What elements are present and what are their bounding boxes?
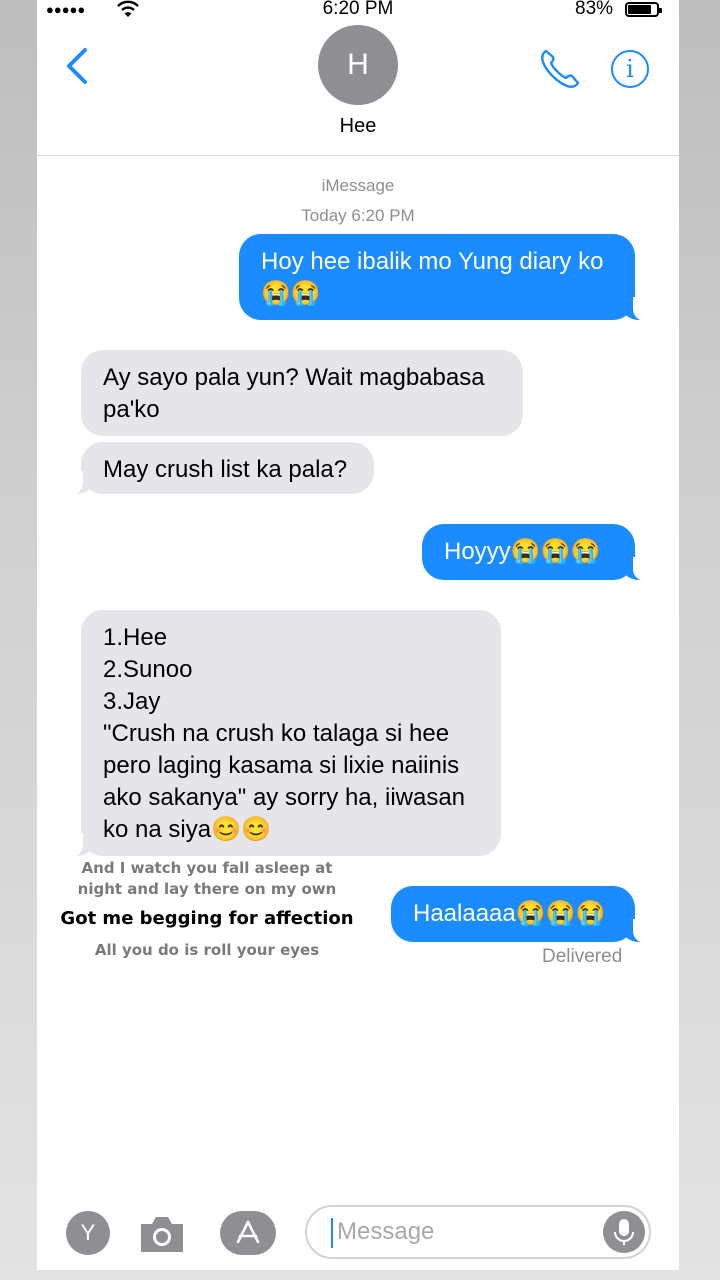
- text-caret: [331, 1218, 333, 1248]
- message-text: Ay sayo pala yun? Wait magbabasa pa'ko: [103, 364, 485, 423]
- message-text: Haalaaaa😭😭😭: [413, 900, 606, 927]
- message-input[interactable]: Message: [305, 1205, 651, 1259]
- status-bar: ●●●●● 6:20 PM 83%: [37, 0, 679, 22]
- contact-name[interactable]: Hee: [37, 115, 679, 138]
- compose-bar: Y Message: [37, 1196, 679, 1270]
- message-text: Hoyyy😭😭😭: [444, 538, 601, 565]
- message-line: "Crush na crush ko talaga si hee: [103, 720, 450, 747]
- conversation-header: H Hee i: [37, 22, 679, 156]
- received-message-bubble[interactable]: Ay sayo pala yun? Wait magbabasa pa'ko: [81, 350, 523, 436]
- received-message-bubble[interactable]: 1.Hee 2.Sunoo 3.Jay "Crush na crush ko t…: [67, 610, 501, 857]
- thread-timestamp: Today 6:20 PM: [301, 206, 415, 225]
- app-store-icon[interactable]: [220, 1211, 276, 1255]
- microphone-icon[interactable]: [603, 1211, 645, 1253]
- message-line: ako sakanya" ay sorry ha, iiwasan: [103, 784, 466, 811]
- battery-percent: 83%: [575, 0, 614, 19]
- sent-message-bubble[interactable]: Haalaaaa😭😭😭: [391, 886, 649, 943]
- messages-screen: ●●●●● 6:20 PM 83% H Hee i iMessage Today…: [37, 0, 679, 1270]
- service-label: iMessage: [321, 176, 395, 195]
- battery-icon: [625, 2, 662, 17]
- lyrics-line-3: All you do is roll your eyes: [94, 941, 320, 959]
- info-icon[interactable]: i: [611, 50, 649, 88]
- phone-icon[interactable]: [537, 46, 583, 92]
- lyrics-line-1: And I watch you fall asleep at night and…: [77, 859, 337, 898]
- back-chevron-icon[interactable]: [61, 44, 101, 88]
- message-text: May crush list ka pala?: [103, 456, 348, 483]
- message-line: 2.Sunoo: [103, 656, 193, 683]
- camera-icon[interactable]: [137, 1212, 187, 1256]
- delivered-label: Delivered: [542, 946, 623, 967]
- message-line: 3.Jay: [103, 688, 161, 715]
- message-placeholder: Message: [337, 1218, 435, 1245]
- app-shortcut-button[interactable]: Y: [66, 1211, 110, 1255]
- message-text: Hoy hee ibalik mo Yung diary ko 😭😭: [261, 248, 604, 307]
- message-line: ko na siya😊😊: [103, 816, 271, 843]
- message-line: pero laging kasama si lixie naiinis: [103, 752, 460, 779]
- contact-avatar[interactable]: H: [318, 25, 398, 105]
- sent-message-bubble[interactable]: Hoy hee ibalik mo Yung diary ko 😭😭: [239, 234, 649, 321]
- message-line: 1.Hee: [103, 624, 168, 651]
- received-message-bubble[interactable]: May crush list ka pala?: [67, 442, 374, 495]
- sent-message-bubble[interactable]: Hoyyy😭😭😭: [422, 524, 649, 581]
- lyrics-line-2: Got me begging for affection: [60, 908, 354, 929]
